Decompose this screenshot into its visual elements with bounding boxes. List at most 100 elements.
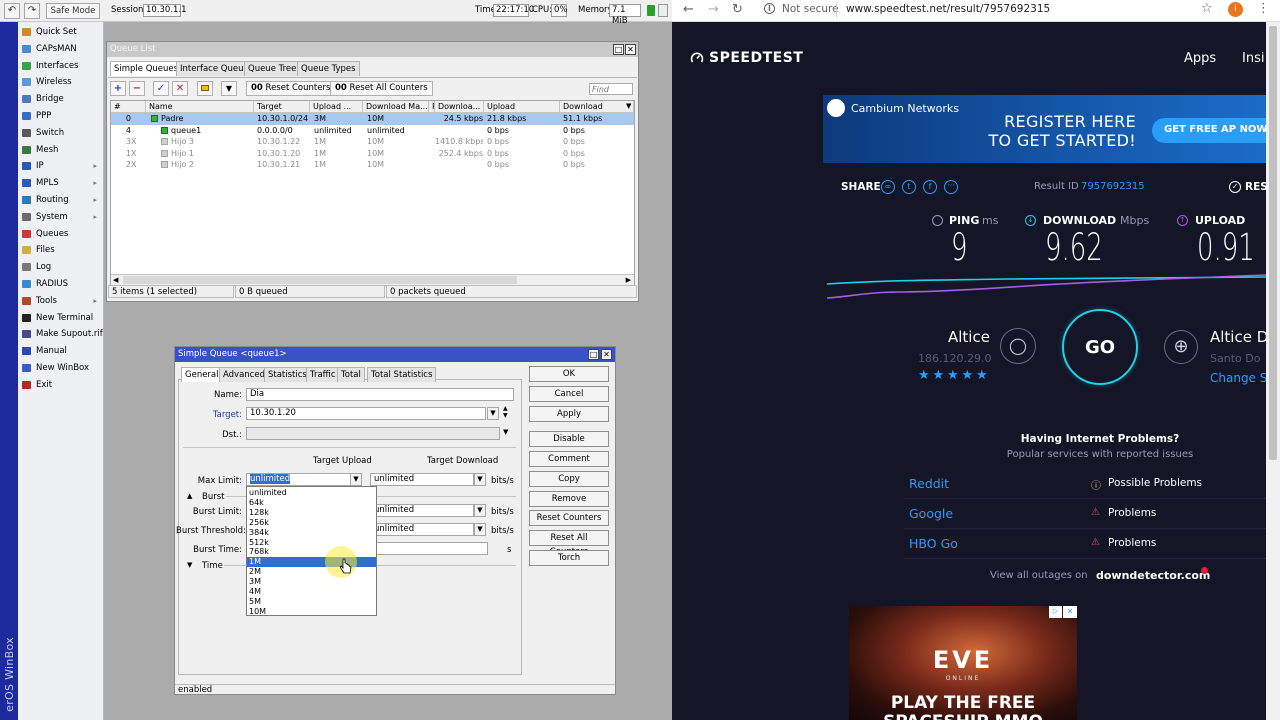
menu-item-system[interactable]: System ▸: [19, 209, 103, 225]
change-server-link[interactable]: Change S: [1210, 371, 1267, 385]
results-link[interactable]: RES: [1245, 181, 1268, 193]
table-row[interactable]: 1 X Hijo 1 10.30.1.20 1M 10M 252.4 kbps 0 bps 0 …: [111, 148, 634, 160]
burst-threshold-dropdown-icon[interactable]: ▼: [474, 523, 486, 536]
outage-service-link[interactable]: HBO Go: [909, 536, 958, 551]
disable-button[interactable]: Disable: [529, 431, 609, 447]
cambium-ad-banner[interactable]: Cambium Networks REGISTER HERE TO GET ST…: [823, 95, 1280, 163]
star-icon[interactable]: ★: [933, 368, 945, 383]
browser-scroll-thumb[interactable]: [1269, 26, 1277, 460]
ad-cta-button[interactable]: GET FREE AP NOW: [1152, 118, 1280, 143]
ad-choices-icon[interactable]: ▷: [1049, 606, 1062, 618]
remove-button[interactable]: Remove: [529, 491, 609, 507]
column-header[interactable]: Upload: [484, 101, 560, 113]
table-row[interactable]: 4 queue1 0.0.0.0/0 unlimited unlimited 0 bps 0…: [111, 125, 634, 137]
tab-simple-queues[interactable]: Simple Queues: [110, 61, 183, 76]
name-input[interactable]: Dia: [246, 388, 514, 401]
dropdown-option[interactable]: 768k: [247, 547, 376, 557]
copy-button[interactable]: Copy: [529, 471, 609, 487]
filter-icon[interactable]: ▼: [221, 81, 237, 96]
dropdown-option[interactable]: 2M: [247, 567, 376, 577]
menu-item-routing[interactable]: Routing ▸: [19, 192, 103, 208]
dropdown-option[interactable]: 3M: [247, 577, 376, 587]
close-icon[interactable]: ✕: [625, 44, 636, 55]
maximize-icon[interactable]: □: [613, 44, 624, 55]
star-icon[interactable]: ★: [947, 368, 959, 383]
apply-button[interactable]: Apply: [529, 406, 609, 422]
column-header[interactable]: Target: [254, 101, 310, 113]
tab-queue-types[interactable]: Queue Types: [297, 61, 360, 76]
eve-ad-banner[interactable]: EVE ONLINE PLAY THE FREE SPACESHIP MMO: [849, 606, 1077, 720]
burst-time-download-input[interactable]: [370, 542, 488, 555]
reset-all-counters-button[interactable]: 00 Reset All Counters: [330, 81, 433, 96]
redo-button[interactable]: ↷: [24, 3, 40, 19]
tab-advanced[interactable]: Advanced: [219, 367, 269, 382]
star-icon[interactable]: ★: [976, 368, 988, 383]
dropdown-option[interactable]: unlimited: [247, 488, 376, 498]
target-dropdown-icon[interactable]: ▼: [487, 407, 499, 420]
cancel-button[interactable]: Cancel: [529, 386, 609, 402]
column-header[interactable]: Upload ...: [310, 101, 363, 113]
menu-item-tools[interactable]: Tools ▸: [19, 293, 103, 309]
outage-service-link[interactable]: Google: [909, 506, 953, 521]
forward-icon[interactable]: →: [708, 2, 719, 17]
results-check-icon[interactable]: ✓: [1229, 181, 1241, 193]
menu-item-exit[interactable]: Exit: [19, 377, 103, 393]
menu-item-queues[interactable]: Queues: [19, 226, 103, 242]
target-add-remove-icon[interactable]: ▲ ▼: [503, 405, 508, 419]
tab-total[interactable]: Total: [337, 367, 365, 382]
table-row[interactable]: 0 Padre 10.30.1.0/24 3M 10M 24.5 kbps 21.8 kbp…: [111, 113, 634, 125]
browser-scrollbar[interactable]: [1266, 22, 1280, 720]
dropdown-option[interactable]: 128k: [247, 508, 376, 518]
dst-dropdown-icon[interactable]: ▼: [503, 428, 508, 436]
column-header[interactable]: Downloa...: [435, 101, 484, 113]
burst-collapse-icon[interactable]: ▲: [187, 492, 192, 500]
horizontal-scrollbar[interactable]: ◀ ▶: [111, 274, 634, 285]
torch-button[interactable]: Torch: [529, 550, 609, 566]
dropdown-option[interactable]: 384k: [247, 528, 376, 538]
max-limit-dropdown-list[interactable]: unlimited 64k 128k 256k 384k 512k 768k 1M 2M 3M 4M…: [246, 486, 377, 616]
menu-item-wireless[interactable]: Wireless: [19, 74, 103, 90]
share-link-icon[interactable]: ∞: [881, 180, 895, 194]
enable-icon[interactable]: ✓: [153, 81, 169, 96]
star-icon[interactable]: ★: [962, 368, 974, 383]
disable-icon[interactable]: ✕: [172, 81, 188, 96]
speedtest-logo[interactable]: SPEEDTEST: [709, 50, 803, 66]
nav-apps[interactable]: Apps: [1184, 51, 1216, 66]
target-input[interactable]: 10.30.1.20: [246, 407, 486, 420]
back-icon[interactable]: ←: [683, 2, 694, 17]
menu-item-manual[interactable]: Manual: [19, 343, 103, 359]
share-more-icon[interactable]: ···: [944, 180, 958, 194]
outage-service-link[interactable]: Reddit: [909, 476, 949, 491]
menu-item-capsman[interactable]: CAPsMAN: [19, 41, 103, 57]
column-header[interactable]: Download Ma...: [363, 101, 429, 113]
share-twitter-icon[interactable]: t: [902, 180, 916, 194]
share-facebook-icon[interactable]: f: [923, 180, 937, 194]
bookmark-star-icon[interactable]: ☆: [1201, 1, 1213, 16]
dropdown-option[interactable]: 512k: [247, 538, 376, 548]
menu-item-mpls[interactable]: MPLS ▸: [19, 175, 103, 191]
scroll-right-icon[interactable]: ▶: [626, 276, 631, 284]
ad-close-icon[interactable]: ✕: [1063, 606, 1077, 618]
max-limit-download-dropdown-icon[interactable]: ▼: [474, 473, 486, 486]
info-icon[interactable]: i: [764, 3, 775, 14]
scroll-left-icon[interactable]: ◀: [113, 276, 118, 284]
burst-limit-download-input[interactable]: unlimited: [370, 504, 474, 517]
maximize-icon[interactable]: □: [588, 349, 599, 360]
column-header[interactable]: Download: [560, 101, 634, 113]
remove-icon[interactable]: −: [129, 81, 145, 96]
comment-button[interactable]: Comment: [529, 451, 609, 467]
column-header[interactable]: Name: [146, 101, 254, 113]
star-icon[interactable]: ★: [918, 368, 930, 383]
column-menu-icon[interactable]: ▼: [626, 102, 631, 110]
add-icon[interactable]: +: [110, 81, 126, 96]
downdetector-link[interactable]: downdetector.com: [1096, 569, 1210, 582]
menu-item-bridge[interactable]: Bridge: [19, 91, 103, 107]
menu-item-new-winbox[interactable]: New WinBox: [19, 360, 103, 376]
max-limit-upload-input[interactable]: unlimited: [246, 473, 352, 486]
column-header[interactable]: #: [111, 101, 146, 113]
dropdown-option[interactable]: 64k: [247, 498, 376, 508]
find-input[interactable]: [589, 83, 633, 95]
url-text[interactable]: www.speedtest.net/result/7957692315: [846, 3, 1050, 15]
dst-input[interactable]: [246, 427, 500, 440]
burst-limit-dropdown-icon[interactable]: ▼: [474, 504, 486, 517]
